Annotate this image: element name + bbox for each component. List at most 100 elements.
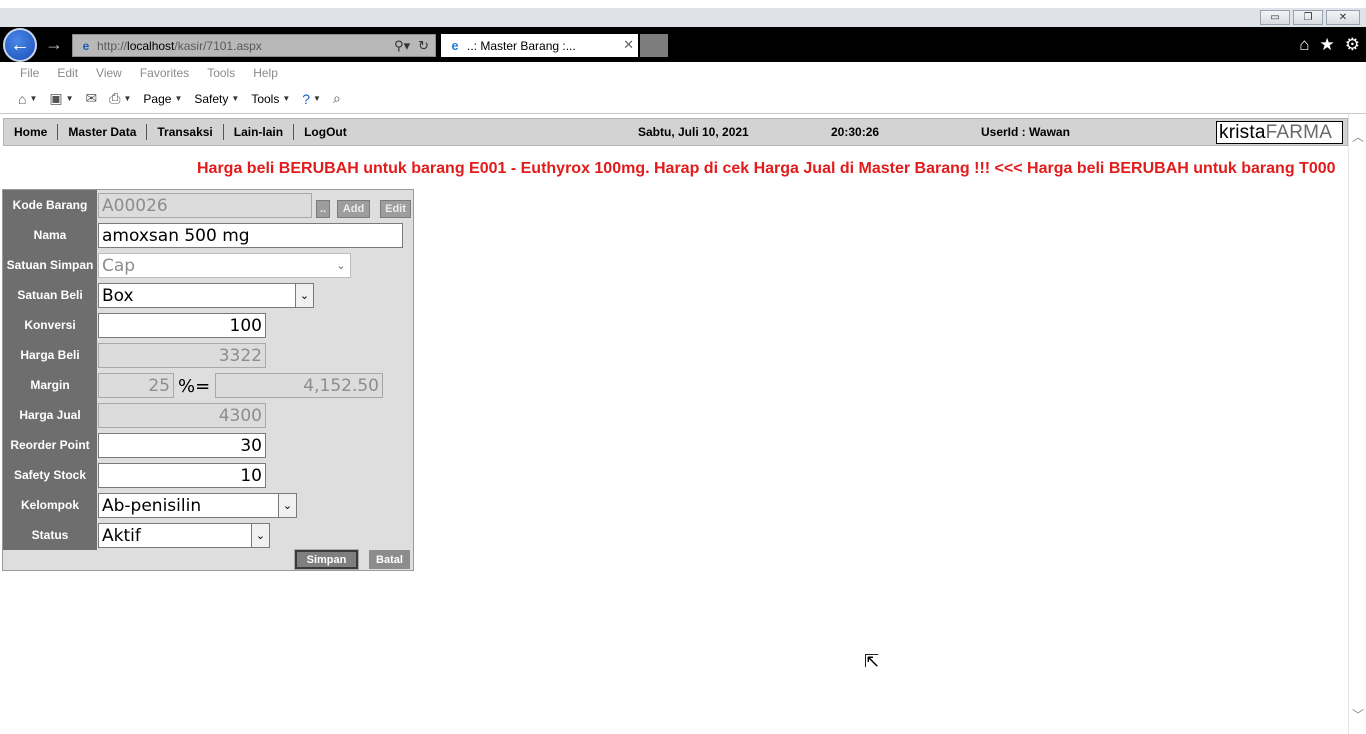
row-nama: Nama amoxsan 500 mg [3, 220, 415, 250]
help-command[interactable]: ? ▼ [302, 91, 321, 107]
kelompok-value: Ab-penisilin [102, 495, 202, 516]
nav-master-data[interactable]: Master Data [58, 124, 148, 140]
safety-label: Safety [194, 91, 229, 106]
nav-lain-lain[interactable]: Lain-lain [224, 124, 295, 140]
nav-menu: Home Master Data Transaksi Lain-lain Log… [4, 119, 357, 145]
address-tools: ⚲▾ ↻ [394, 38, 429, 54]
page-content: Home Master Data Transaksi Lain-lain Log… [0, 113, 1366, 734]
chevron-down-icon: ▼ [313, 94, 321, 103]
tools-command[interactable]: Tools ▼ [251, 92, 290, 106]
satuan-simpan-select[interactable]: Cap ⌄ [98, 253, 351, 278]
mouse-cursor-icon: ⇱ [864, 651, 880, 671]
chevron-down-icon: ▼ [282, 94, 291, 103]
tab-close-icon[interactable]: ✕ [623, 37, 634, 53]
nama-input[interactable]: amoxsan 500 mg [98, 223, 403, 248]
status-select[interactable]: Aktif ⌄ [98, 523, 270, 548]
reorder-point-input[interactable]: 30 [98, 433, 266, 458]
research-icon: ⌕ [332, 90, 341, 106]
chevron-down-icon: ⌄ [332, 254, 350, 277]
research-command[interactable]: ⌕ [333, 90, 341, 107]
new-tab-button[interactable] [640, 34, 668, 57]
feeds-command[interactable]: ▣ ▼ [49, 90, 73, 107]
label-harga-beli: Harga Beli [20, 348, 80, 362]
ie-page-icon: e [82, 38, 90, 53]
row-satuan-beli: Satuan Beli Box ⌄ [3, 280, 415, 310]
percent-equals-label: %= [178, 376, 211, 397]
url-path: /kasir/7101.aspx [174, 38, 262, 53]
back-button[interactable]: ← [3, 28, 37, 62]
row-reorder-point: Reorder Point 30 [3, 430, 415, 460]
row-kelompok: Kelompok Ab-penisilin ⌄ [3, 490, 415, 520]
chevron-down-icon: ▼ [29, 94, 38, 103]
kode-barang-input[interactable]: A00026 [98, 193, 312, 218]
add-button[interactable]: Add [337, 200, 370, 218]
help-icon: ? [302, 90, 311, 107]
chevron-down-icon: ⌄ [278, 494, 296, 517]
favorites-star-icon[interactable]: ★ [1320, 35, 1335, 55]
restore-icon: ❐ [1303, 11, 1313, 23]
row-status: Status Aktif ⌄ [3, 520, 415, 550]
row-konversi: Konversi 100 [3, 310, 415, 340]
restore-button[interactable]: ❐ [1293, 10, 1323, 25]
batal-button[interactable]: Batal [369, 550, 410, 569]
logo-text-part2: FARMA [1265, 122, 1333, 143]
kelompok-select[interactable]: Ab-penisilin ⌄ [98, 493, 297, 518]
menu-edit[interactable]: Edit [57, 66, 78, 80]
browser-right-icons: ⌂ ★ ⚙ [1299, 35, 1360, 55]
menu-view[interactable]: View [96, 66, 122, 80]
menu-help[interactable]: Help [253, 66, 278, 80]
nav-transaksi[interactable]: Transaksi [147, 124, 224, 140]
tab-master-barang[interactable]: e ..: Master Barang :... ✕ [441, 34, 638, 57]
harga-beli-input[interactable]: 3322 [98, 343, 266, 368]
home-command[interactable]: ⌂ ▼ [18, 91, 37, 107]
kode-search-button[interactable]: .. [316, 200, 330, 218]
margin-amount-input[interactable]: 4,152.50 [215, 373, 383, 398]
mail-icon: ✉ [85, 90, 98, 106]
tools-label: Tools [251, 91, 280, 106]
menu-favorites[interactable]: Favorites [140, 66, 189, 80]
scroll-down-icon[interactable]: ﹀ [1352, 706, 1364, 723]
chevron-down-icon: ▼ [174, 94, 183, 103]
margin-percent-input[interactable]: 25 [98, 373, 174, 398]
krista-farma-logo: kristaFARMA [1216, 121, 1343, 144]
minimize-button[interactable]: ▭ [1260, 10, 1290, 25]
safety-command[interactable]: Safety ▼ [194, 92, 239, 106]
home-icon[interactable]: ⌂ [1299, 35, 1309, 55]
page-command[interactable]: Page ▼ [143, 92, 182, 106]
search-icon[interactable]: ⚲▾ [394, 38, 410, 54]
nav-home[interactable]: Home [4, 124, 59, 140]
menu-tools[interactable]: Tools [207, 66, 235, 80]
logo-text-part1: krista [1219, 122, 1266, 143]
print-command[interactable]: ⎙ ▼ [109, 90, 131, 107]
back-arrow-icon: ← [10, 33, 30, 56]
address-bar[interactable]: e http://localhost/kasir/7101.aspx ⚲▾ ↻ [72, 34, 436, 57]
menu-file[interactable]: File [20, 66, 39, 80]
current-time: 20:30:26 [831, 125, 880, 139]
harga-jual-input[interactable]: 4300 [98, 403, 266, 428]
tab-title: ..: Master Barang :... [467, 38, 576, 53]
price-change-marquee: Harga beli BERUBAH untuk barang E001 - E… [3, 159, 1348, 181]
chevron-down-icon: ⌄ [295, 284, 313, 307]
safety-stock-input[interactable]: 10 [98, 463, 266, 488]
nav-logout[interactable]: LogOut [294, 124, 357, 140]
forward-arrow-icon: → [45, 34, 63, 54]
gear-icon[interactable]: ⚙ [1345, 35, 1360, 55]
chevron-down-icon: ▼ [65, 94, 74, 103]
scroll-up-icon[interactable]: ︿ [1352, 128, 1364, 145]
satuan-beli-select[interactable]: Box ⌄ [98, 283, 314, 308]
home-icon: ⌂ [18, 90, 27, 107]
page-label: Page [143, 91, 172, 106]
window-titlebar: ▭ ❐ ✕ [0, 0, 1366, 27]
refresh-icon[interactable]: ↻ [418, 38, 429, 54]
vertical-scrollbar[interactable]: ︿ ﹀ [1348, 114, 1366, 734]
konversi-input[interactable]: 100 [98, 313, 266, 338]
forward-button[interactable]: → [45, 34, 63, 55]
edit-button[interactable]: Edit [380, 200, 411, 218]
close-window-button[interactable]: ✕ [1326, 10, 1360, 25]
simpan-button[interactable]: Simpan [294, 549, 359, 570]
mail-command[interactable]: ✉ [86, 90, 98, 107]
row-margin: Margin 25 %= 4,152.50 [3, 370, 415, 400]
url-host: localhost [127, 38, 175, 53]
close-icon: ✕ [1338, 11, 1348, 23]
label-kelompok: Kelompok [20, 498, 79, 512]
